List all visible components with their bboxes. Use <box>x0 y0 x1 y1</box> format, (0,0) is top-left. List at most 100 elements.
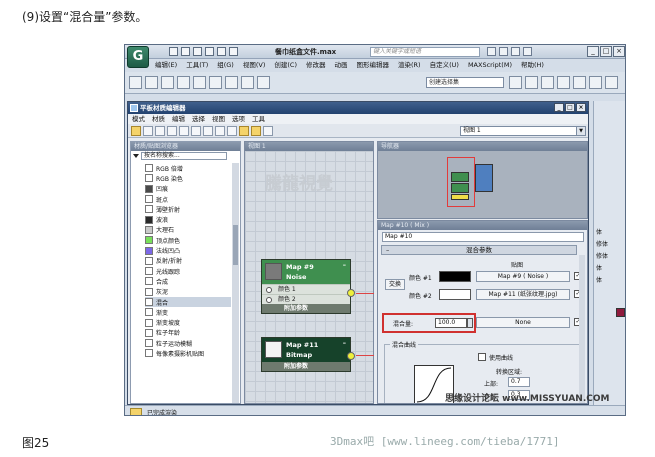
menu-rendering[interactable]: 渲染(R) <box>398 60 421 71</box>
mix-parameters-rollout[interactable]: – 混合参数 <box>381 245 577 255</box>
select-tool-icon[interactable] <box>131 126 141 136</box>
spinner-snap-icon[interactable] <box>241 76 254 89</box>
binoculars-icon[interactable] <box>487 47 496 56</box>
menu-edit[interactable]: 编辑(E) <box>155 60 177 71</box>
browser-scrollbar-thumb[interactable] <box>233 225 238 265</box>
mirror-icon[interactable] <box>509 76 522 89</box>
slate-minimize-button[interactable]: _ <box>554 103 564 112</box>
project-folder-icon[interactable] <box>229 47 238 56</box>
command-panel-tab[interactable]: 体 <box>596 227 625 238</box>
mix-map-button[interactable]: None <box>476 317 570 328</box>
command-panel-tab[interactable]: 体 <box>596 275 625 286</box>
map-list-item[interactable]: 顶点颜色 <box>145 235 231 245</box>
menu-create[interactable]: 创建(C) <box>274 60 297 71</box>
mix-amount-spinner[interactable] <box>467 318 473 328</box>
command-panel-tab[interactable]: 修体 <box>596 251 625 262</box>
layout-all-icon[interactable] <box>239 126 249 136</box>
view-dropdown[interactable]: 视图 1 ▼ <box>460 126 586 136</box>
object-color-swatch[interactable] <box>616 308 625 317</box>
hide-unused-icon[interactable] <box>203 126 213 136</box>
max-logo[interactable]: G <box>127 46 149 68</box>
map-list-item[interactable]: 粒子年龄 <box>145 328 231 338</box>
params-scrollbar[interactable] <box>579 255 585 403</box>
map-list-item[interactable]: 每像素摄影机贴图 <box>145 348 231 358</box>
node-view-canvas[interactable]: 騰龍視覺 Map #9 Noise – 颜色 1 颜色 2 附加参数 Map #… <box>245 151 374 403</box>
browser-scrollbar[interactable] <box>232 163 239 403</box>
align-icon[interactable] <box>525 76 538 89</box>
map-list-item[interactable]: 法线凹凸 <box>145 245 231 255</box>
angle-snap-icon[interactable] <box>209 76 222 89</box>
map-list-item[interactable]: 反射/折射 <box>145 256 231 266</box>
menu-customize[interactable]: 自定义(U) <box>430 60 459 71</box>
slate-menu-mode[interactable]: 模式 <box>132 114 145 124</box>
map-list-item[interactable]: 粒子运动模糊 <box>145 338 231 348</box>
command-panel-tab[interactable]: 体 <box>596 263 625 274</box>
menu-tools[interactable]: 工具(T) <box>186 60 208 71</box>
move-children-icon[interactable] <box>191 126 201 136</box>
render-icon[interactable] <box>605 76 618 89</box>
curve-editor-icon[interactable] <box>557 76 570 89</box>
select-object-icon[interactable] <box>177 76 190 89</box>
map2-button[interactable]: Map #11 (纸张纹理.jpg) <box>476 289 570 300</box>
node-slot[interactable]: 颜色 1 <box>262 284 350 294</box>
close-button[interactable]: × <box>613 46 625 57</box>
node-map-11-bitmap[interactable]: Map #11 Bitmap – 附加参数 <box>261 337 355 372</box>
slate-menu-view[interactable]: 视图 <box>212 114 225 124</box>
delete-icon[interactable] <box>179 126 189 136</box>
show-background-icon[interactable] <box>227 126 237 136</box>
use-curve-checkbox[interactable] <box>478 353 486 361</box>
map-list-item[interactable]: 光线跟踪 <box>145 266 231 276</box>
star-icon[interactable] <box>511 47 520 56</box>
node-footer[interactable]: 附加参数 <box>262 304 350 313</box>
node-collapse-icon[interactable]: – <box>343 339 346 347</box>
slate-menu-edit[interactable]: 编辑 <box>172 114 185 124</box>
named-selection-dropdown[interactable]: 创建选择集 <box>426 77 504 88</box>
swap-button[interactable]: 交换 <box>385 279 405 290</box>
link-icon[interactable] <box>161 76 174 89</box>
percent-snap-icon[interactable] <box>225 76 238 89</box>
material-editor-icon[interactable] <box>573 76 586 89</box>
save-icon[interactable] <box>193 47 202 56</box>
slate-maximize-button[interactable]: □ <box>565 103 575 112</box>
output-socket-icon[interactable] <box>347 352 355 360</box>
map-list-item[interactable]: 灰泥 <box>145 287 231 297</box>
output-socket-icon[interactable] <box>347 289 355 297</box>
menu-modifiers[interactable]: 修改器 <box>306 60 326 71</box>
map-list-item[interactable]: 薄壁折射 <box>145 204 231 214</box>
map-list-item[interactable]: 合成 <box>145 276 231 286</box>
undo-icon[interactable] <box>129 76 142 89</box>
node-slot[interactable]: 颜色 2 <box>262 294 350 304</box>
map1-button[interactable]: Map #9 ( Noise ) <box>476 271 570 282</box>
subscription-icon[interactable] <box>499 47 508 56</box>
new-file-icon[interactable] <box>169 47 178 56</box>
map-name-field[interactable]: Map #10 <box>382 232 584 242</box>
maximize-button[interactable]: □ <box>600 46 612 57</box>
pick-material-icon[interactable] <box>143 126 153 136</box>
command-panel-tab[interactable]: 修体 <box>596 239 625 250</box>
slate-menu-material[interactable]: 材质 <box>152 114 165 124</box>
map-list-item[interactable]: 渐变坡度 <box>145 317 231 327</box>
help-icon[interactable] <box>523 47 532 56</box>
browser-options-icon[interactable] <box>133 154 139 158</box>
map-list-item[interactable]: 凹痕 <box>145 184 231 194</box>
assign-material-icon[interactable] <box>167 126 177 136</box>
map-list-item[interactable]: 大理石 <box>145 225 231 235</box>
slate-menu-select[interactable]: 选择 <box>192 114 205 124</box>
edit-named-selection-icon[interactable] <box>257 76 270 89</box>
show-map-icon[interactable] <box>215 126 225 136</box>
put-to-scene-icon[interactable] <box>155 126 165 136</box>
slate-menu-utilities[interactable]: 工具 <box>252 114 265 124</box>
layer-icon[interactable] <box>541 76 554 89</box>
menu-views[interactable]: 视图(V) <box>243 60 266 71</box>
render-setup-icon[interactable] <box>589 76 602 89</box>
map-list-item[interactable]: RGB 染色 <box>145 173 231 183</box>
menu-animation[interactable]: 动画 <box>335 60 348 71</box>
menu-group[interactable]: 组(G) <box>217 60 234 71</box>
map-list-item[interactable]: 渐变 <box>145 307 231 317</box>
map-list-item[interactable]: 波浪 <box>145 214 231 224</box>
minimize-button[interactable]: _ <box>587 46 599 57</box>
mix-amount-input[interactable]: 100.0 <box>435 318 467 328</box>
menu-help[interactable]: 帮助(H) <box>521 60 544 71</box>
node-collapse-icon[interactable]: – <box>343 261 346 269</box>
slate-close-button[interactable]: × <box>576 103 586 112</box>
